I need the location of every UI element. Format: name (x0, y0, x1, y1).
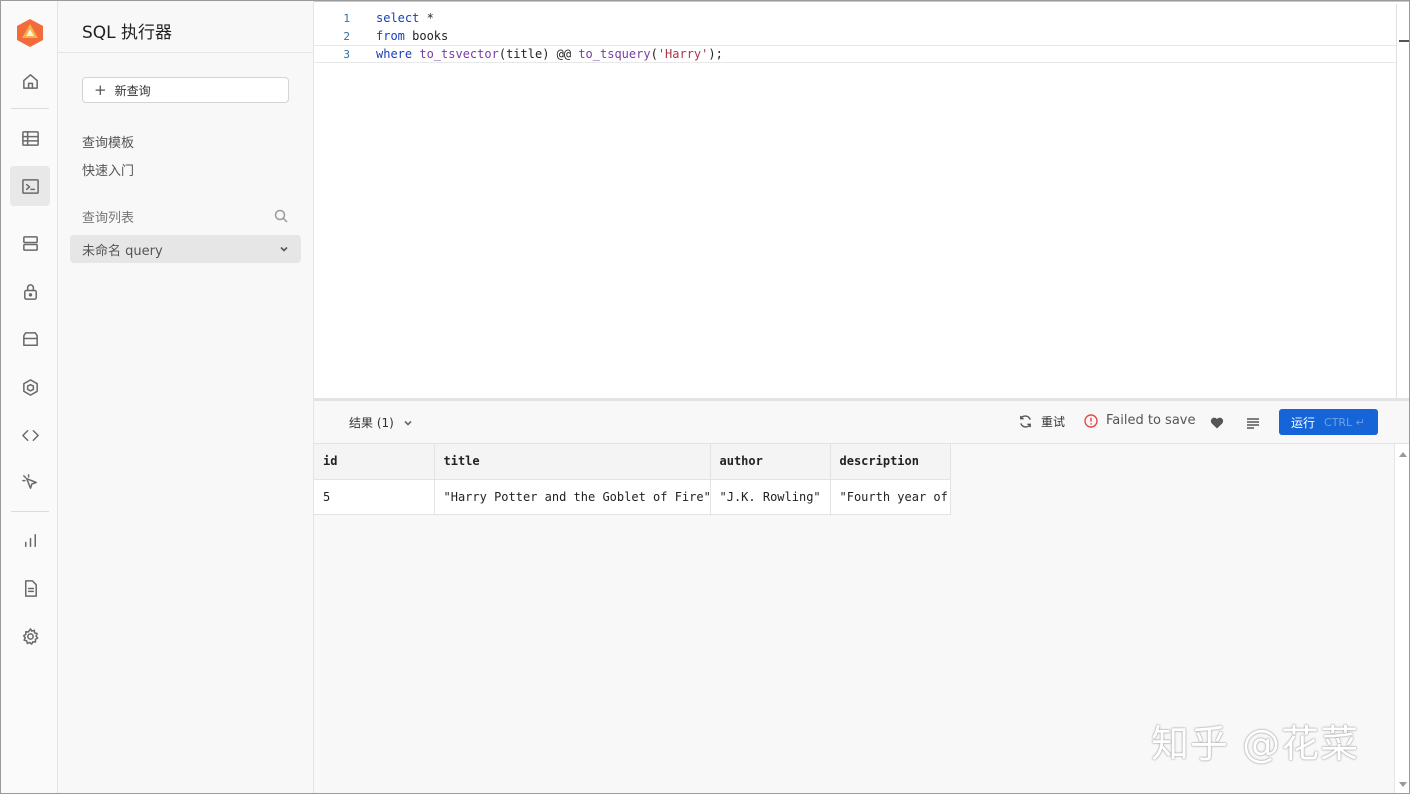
code-text: where to_tsvector(title) @@ to_tsquery('… (376, 47, 723, 61)
search-icon (274, 209, 288, 223)
cursor-icon (21, 473, 37, 489)
code-line[interactable]: 3 where to_tsvector(title) @@ to_tsquery(… (314, 45, 1409, 63)
nav-edge-functions[interactable] (10, 367, 50, 407)
cell-description[interactable]: "Fourth year of (830, 479, 951, 515)
watermark: 知乎 @花菜 (1151, 722, 1360, 766)
query-item-label: 未命名 query (82, 243, 163, 259)
scroll-up-arrow-icon[interactable] (1399, 452, 1407, 457)
favorite-button[interactable] (1210, 415, 1225, 429)
nav-logs[interactable] (10, 568, 50, 608)
format-button[interactable] (1246, 415, 1260, 429)
retry-button[interactable]: 重试 (1018, 413, 1065, 430)
column-header-author[interactable]: author (710, 444, 831, 480)
code-token: 'Harry' (657, 47, 709, 61)
results-toolbar: 结果 (1) 重试 Failed to save 运行 CTRL ↵ (314, 398, 1409, 444)
code-token: * (419, 11, 434, 25)
line-number: 1 (343, 11, 350, 25)
nav-rail (1, 1, 58, 793)
nav-database[interactable] (10, 223, 50, 263)
logo-icon (17, 19, 43, 47)
code-token: (title) @@ (498, 47, 579, 61)
code-token: where (376, 47, 413, 61)
sql-sidebar: SQL 执行器 + 新查询 查询模板 快速入门 查询列表 未命名 query (58, 1, 314, 793)
cube-icon (22, 378, 38, 396)
cell-title[interactable]: "Harry Potter and the Goblet of Fire" (434, 479, 711, 515)
scroll-down-arrow-icon[interactable] (1399, 782, 1407, 787)
table-row: 5 "Harry Potter and the Goblet of Fire" … (314, 479, 951, 515)
new-query-button[interactable]: + 新查询 (82, 77, 289, 103)
code-token: ( (650, 47, 658, 61)
nav-sql-editor[interactable] (10, 166, 50, 206)
query-templates-link[interactable]: 查询模板 (82, 132, 134, 151)
code-text: select * (376, 11, 434, 25)
column-header-title[interactable]: title (434, 444, 711, 480)
app-window: SQL 执行器 + 新查询 查询模板 快速入门 查询列表 未命名 query 1… (0, 0, 1410, 794)
nav-api[interactable] (10, 415, 50, 455)
line-number: 2 (343, 29, 350, 43)
database-icon (22, 235, 38, 251)
query-search-button[interactable] (274, 208, 288, 223)
bar-chart-icon (24, 533, 36, 547)
cell-id[interactable]: 5 (314, 479, 435, 515)
code-token: select (376, 11, 420, 25)
align-left-icon (1247, 418, 1259, 429)
plus-icon: + (94, 80, 107, 99)
code-token: from (376, 29, 405, 43)
nav-realtime[interactable] (10, 462, 50, 502)
sql-editor[interactable]: 1 select * 2 from books 3 where to_tsvector(t… (314, 4, 1409, 398)
panel-title: SQL 执行器 (58, 1, 313, 53)
code-icon (21, 429, 39, 441)
retry-label: 重试 (1041, 415, 1066, 429)
nav-reports[interactable] (10, 520, 50, 560)
line-number: 3 (343, 47, 350, 61)
document-icon (24, 579, 37, 597)
code-line[interactable]: 1 select * (314, 9, 1397, 27)
lock-icon (23, 283, 37, 300)
save-status-text: Failed to save (1106, 413, 1196, 428)
query-list-item[interactable]: 未命名 query (70, 235, 301, 263)
code-token: books (404, 29, 449, 43)
table-icon (21, 130, 39, 146)
nav-table-editor[interactable] (10, 118, 50, 158)
code-token: to_tsquery (578, 47, 651, 61)
chevron-down-icon[interactable] (278, 243, 290, 255)
code-line[interactable]: 2 from books (314, 27, 1397, 45)
editor-scrollbar[interactable] (1396, 4, 1409, 398)
gear-icon (22, 627, 38, 645)
nav-auth[interactable] (10, 271, 50, 311)
cell-author[interactable]: "J.K. Rowling" (710, 479, 831, 515)
nav-home[interactable] (10, 61, 50, 101)
run-shortcut-hint: CTRL ↵ (1324, 415, 1365, 429)
alert-circle-icon (1084, 413, 1098, 428)
new-query-label: 新查询 (114, 83, 151, 98)
code-text: from books (376, 29, 448, 43)
heart-icon (1210, 417, 1224, 429)
code-token: to_tsvector (419, 47, 499, 61)
terminal-icon (21, 178, 39, 194)
run-button[interactable]: 运行 CTRL ↵ (1279, 409, 1378, 435)
chevron-down-icon (404, 420, 412, 426)
nav-storage[interactable] (10, 319, 50, 359)
refresh-icon (1020, 415, 1031, 428)
quickstart-link[interactable]: 快速入门 (82, 160, 134, 179)
column-header-description[interactable]: description (830, 444, 951, 480)
nav-settings[interactable] (10, 616, 50, 656)
home-icon (22, 73, 38, 89)
grid-scrollbar[interactable] (1394, 444, 1409, 793)
query-list-title: 查询列表 (82, 211, 135, 226)
run-label: 运行 (1291, 415, 1316, 430)
results-tab[interactable]: 结果 (1) (349, 414, 413, 431)
storage-icon (22, 331, 38, 346)
results-tab-label: 结果 (1) (349, 416, 394, 430)
save-status: Failed to save (1084, 413, 1195, 428)
column-header-id[interactable]: id (314, 444, 435, 480)
code-token: ); (708, 47, 723, 61)
